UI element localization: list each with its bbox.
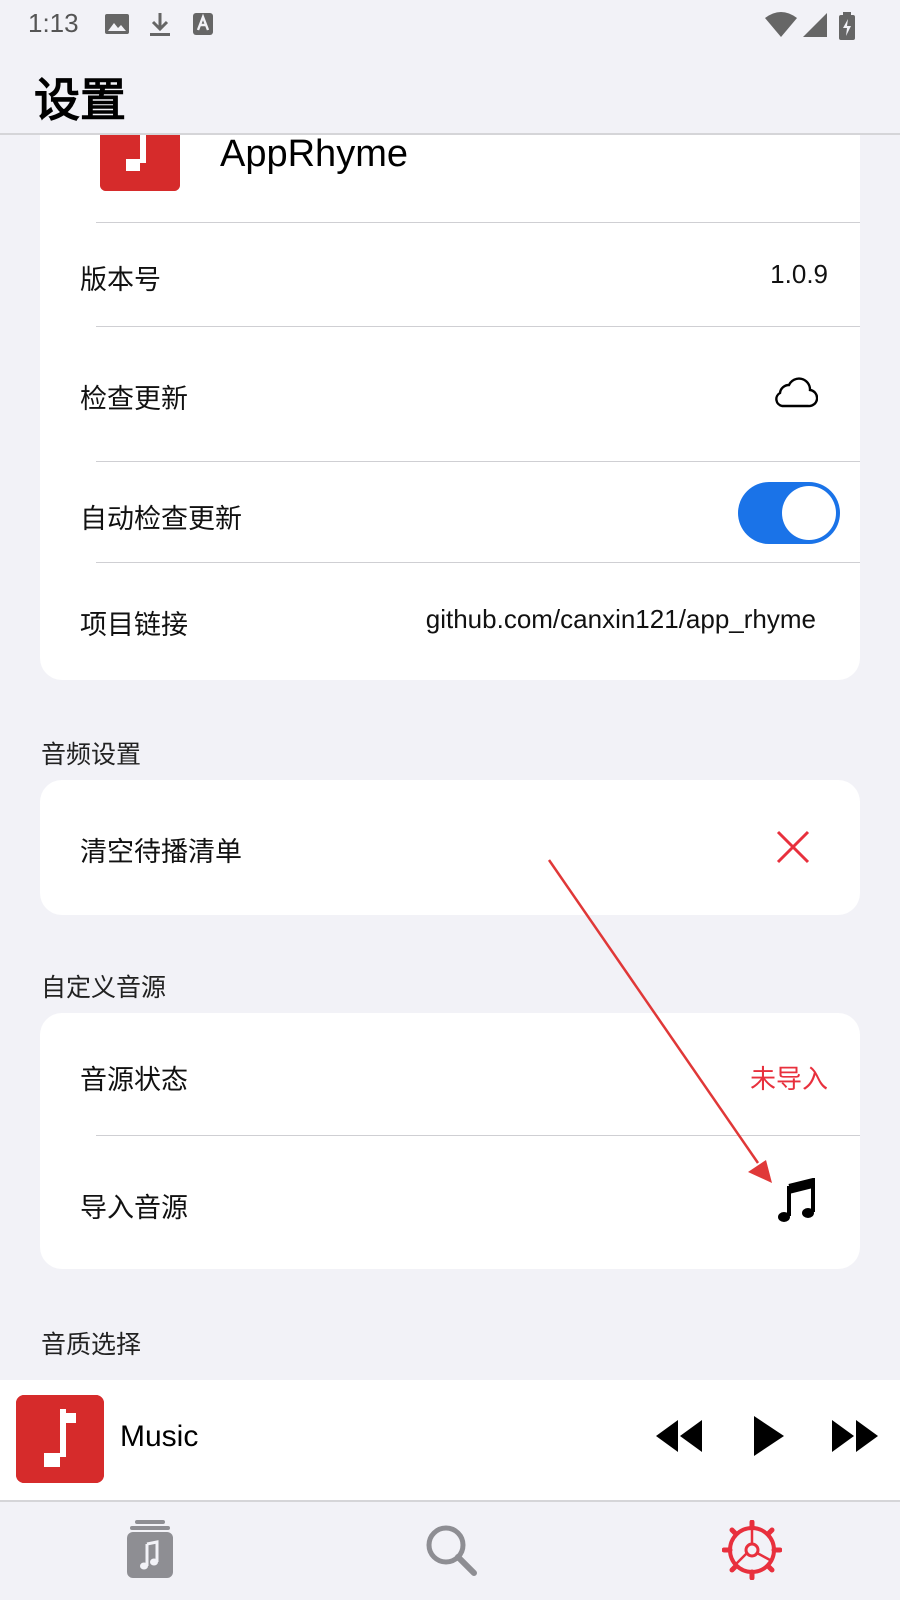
app-info-row: AppRhyme	[40, 135, 860, 225]
toggle-knob	[782, 486, 836, 540]
wifi-icon	[765, 12, 797, 37]
auto-check-row: 自动检查更新	[40, 462, 860, 562]
fast-forward-icon[interactable]	[830, 1418, 880, 1454]
quality-section-title: 音质选择	[41, 1330, 142, 1359]
check-update-row[interactable]: 检查更新	[40, 327, 860, 462]
album-cover-icon[interactable]	[16, 1395, 104, 1483]
status-bar: 1:13	[0, 0, 900, 50]
mini-player[interactable]: Music	[0, 1380, 900, 1500]
app-name: AppRhyme	[220, 135, 408, 175]
bottom-navigation	[0, 1500, 900, 1600]
project-link-label: 项目链接	[80, 610, 188, 641]
version-value: 1.0.9	[770, 259, 828, 289]
cloud-icon[interactable]	[770, 375, 818, 409]
play-icon[interactable]	[750, 1414, 786, 1458]
project-link-row[interactable]: 项目链接 github.com/canxin121/app_rhyme	[40, 563, 860, 680]
app-logo-icon	[100, 135, 180, 191]
custom-source-card: 音源状态 未导入 导入音源	[40, 1013, 860, 1269]
app-header: 设置	[0, 50, 900, 135]
clear-queue-row[interactable]: 清空待播清单	[40, 780, 860, 915]
signal-icon	[803, 13, 827, 37]
status-time: 1:13	[28, 8, 79, 38]
version-label: 版本号	[80, 265, 161, 296]
rewind-icon[interactable]	[654, 1418, 704, 1454]
auto-check-toggle[interactable]	[738, 482, 840, 544]
nav-library-icon[interactable]	[125, 1518, 175, 1580]
source-section-title: 自定义音源	[41, 973, 167, 1002]
download-icon	[150, 13, 170, 36]
import-source-label: 导入音源	[80, 1193, 188, 1224]
project-link-value[interactable]: github.com/canxin121/app_rhyme	[426, 604, 816, 635]
version-row: 版本号 1.0.9	[40, 223, 860, 326]
page-title: 设置	[34, 73, 126, 127]
source-status-row: 音源状态 未导入	[40, 1013, 860, 1135]
settings-scroll-area[interactable]: AppRhyme 版本号 1.0.9 检查更新 自动检查更新 项目链接 gith…	[0, 135, 900, 1380]
text-a-icon	[193, 13, 213, 35]
close-icon[interactable]	[776, 830, 810, 864]
track-title[interactable]: Music	[120, 1420, 198, 1454]
about-card: AppRhyme 版本号 1.0.9 检查更新 自动检查更新 项目链接 gith…	[40, 135, 860, 680]
nav-search-icon[interactable]	[425, 1524, 477, 1576]
battery-icon	[839, 12, 855, 40]
nav-settings-gear-icon[interactable]	[722, 1520, 782, 1580]
audio-section-title: 音频设置	[41, 740, 142, 769]
audio-settings-card: 清空待播清单	[40, 780, 860, 915]
auto-check-label: 自动检查更新	[80, 504, 242, 535]
source-status-value: 未导入	[749, 1065, 828, 1095]
check-update-label: 检查更新	[80, 384, 188, 415]
import-source-row[interactable]: 导入音源	[40, 1136, 860, 1269]
music-note-icon[interactable]	[778, 1178, 816, 1224]
image-icon	[105, 14, 129, 34]
source-status-label: 音源状态	[80, 1065, 188, 1096]
clear-queue-label: 清空待播清单	[80, 837, 242, 868]
